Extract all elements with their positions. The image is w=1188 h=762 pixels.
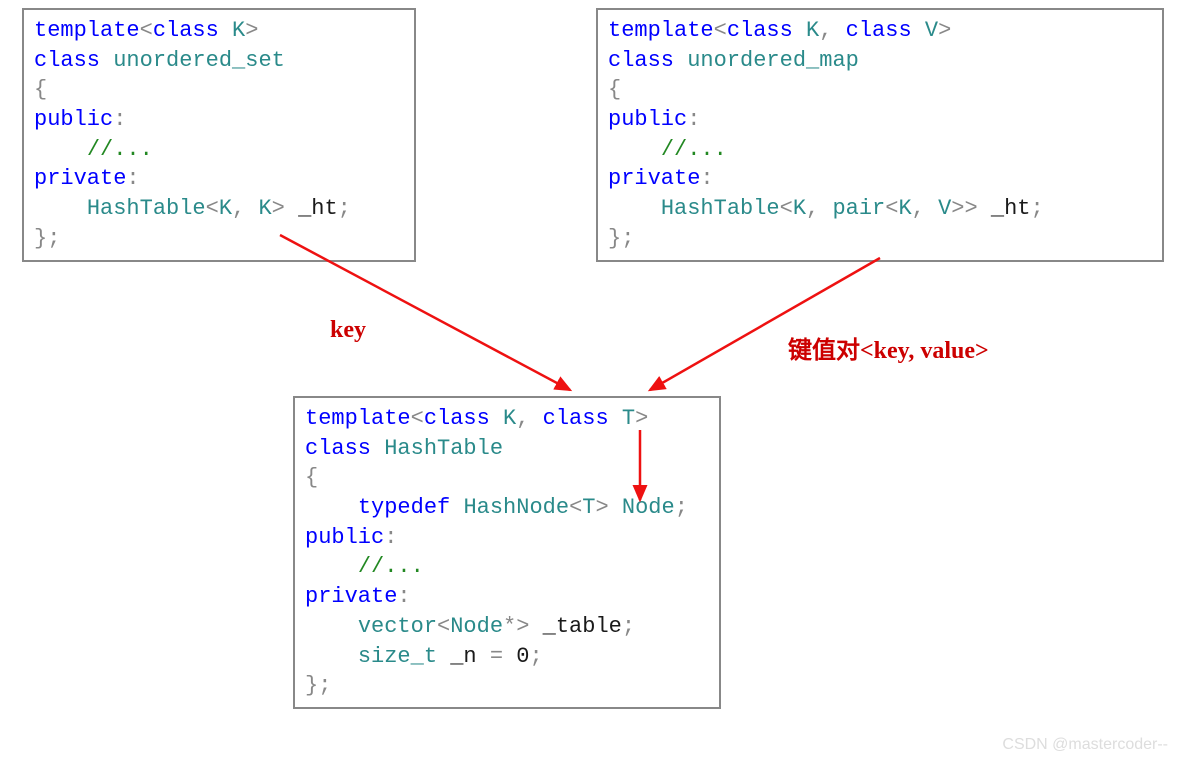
code-line: HashTable<K, K> _ht; [34,194,404,224]
code-line: private: [34,164,404,194]
arrow-map-to-hash [650,258,880,390]
code-line: private: [305,582,709,612]
code-line: class unordered_set [34,46,404,76]
arrow-label-kvpair: 键值对<key, value> [788,330,989,365]
code-line: { [305,463,709,493]
code-line: private: [608,164,1152,194]
code-line: //... [608,135,1152,165]
code-box-unordered-set: template<class K> class unordered_set { … [22,8,416,262]
code-line: template<class K, class V> [608,16,1152,46]
code-box-hashtable: template<class K, class T> class HashTab… [293,396,721,709]
code-line: //... [305,552,709,582]
code-line: { [608,75,1152,105]
code-line: public: [305,523,709,553]
code-line: }; [34,224,404,254]
code-line: class unordered_map [608,46,1152,76]
code-line: HashTable<K, pair<K, V>> _ht; [608,194,1152,224]
code-line: template<class K> [34,16,404,46]
code-line: class HashTable [305,434,709,464]
code-line: public: [34,105,404,135]
code-line: template<class K, class T> [305,404,709,434]
code-line: }; [608,224,1152,254]
code-line: size_t _n = 0; [305,642,709,672]
code-line: vector<Node*> _table; [305,612,709,642]
code-line: }; [305,671,709,701]
arrow-label-key: key [330,317,366,344]
code-line: public: [608,105,1152,135]
code-box-unordered-map: template<class K, class V> class unorder… [596,8,1164,262]
code-line: typedef HashNode<T> Node; [305,493,709,523]
code-line: //... [34,135,404,165]
code-line: { [34,75,404,105]
watermark: CSDN @mastercoder-- [1002,736,1168,754]
